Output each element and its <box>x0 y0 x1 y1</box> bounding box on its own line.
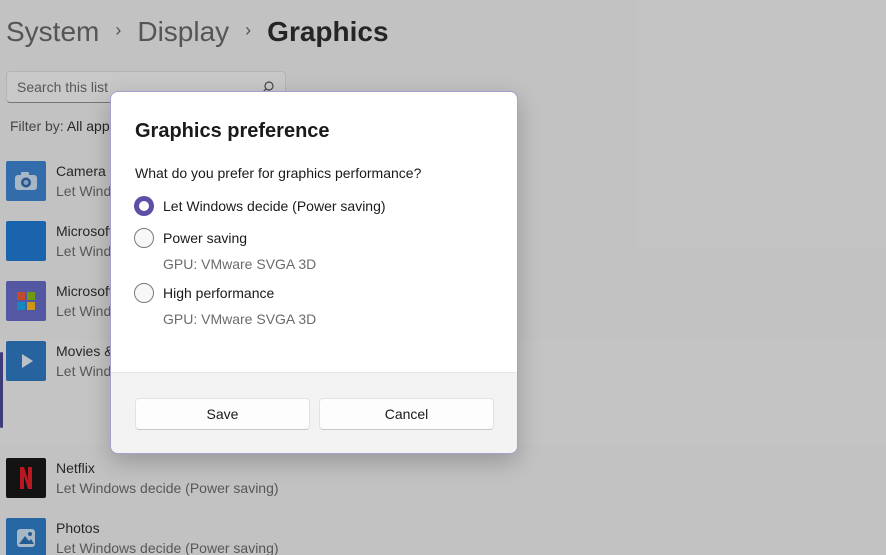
radio-power-saving[interactable]: Power saving <box>134 228 247 248</box>
save-button[interactable]: Save <box>135 398 310 430</box>
gpu-info: GPU: VMware SVGA 3D <box>163 256 317 272</box>
radio-label: High performance <box>163 285 275 301</box>
radio-unchecked-icon[interactable] <box>134 228 154 248</box>
dialog-title: Graphics preference <box>135 120 330 142</box>
radio-checked-icon[interactable] <box>134 196 154 216</box>
radio-label: Power saving <box>163 230 248 246</box>
dialog-footer: Save Cancel <box>111 372 517 453</box>
radio-unchecked-icon[interactable] <box>134 283 154 303</box>
gpu-info: GPU: VMware SVGA 3D <box>163 311 317 327</box>
dialog-question: What do you prefer for graphics performa… <box>135 165 422 181</box>
graphics-preference-dialog: Graphics preference What do you prefer f… <box>110 91 518 454</box>
cancel-button[interactable]: Cancel <box>319 398 494 430</box>
radio-high-performance[interactable]: High performance <box>134 283 274 303</box>
radio-label: Let Windows decide (Power saving) <box>163 198 386 214</box>
radio-let-windows-decide[interactable]: Let Windows decide (Power saving) <box>134 196 386 216</box>
